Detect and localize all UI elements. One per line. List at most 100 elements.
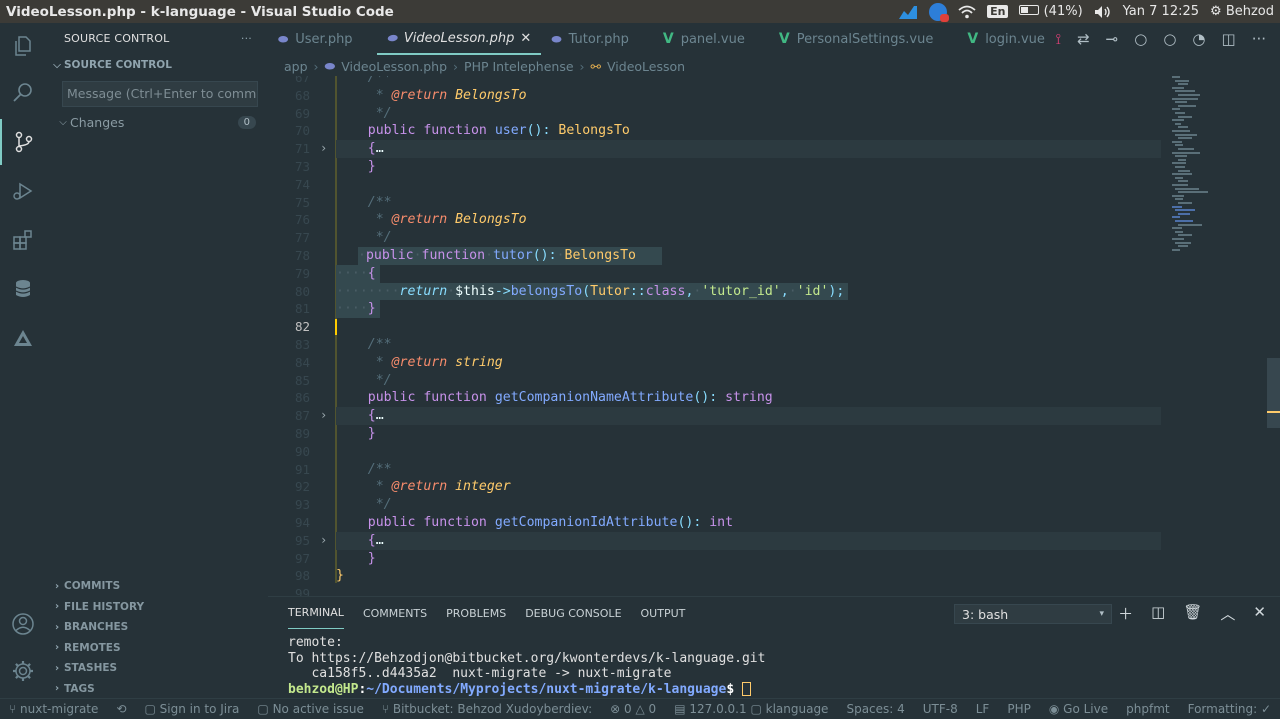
sidebar-section-file-history[interactable]: › FILE HISTORY (46, 597, 268, 618)
timeline-icon[interactable]: ◔ (1192, 30, 1205, 48)
split-editor-icon[interactable]: ◫ (1222, 30, 1236, 48)
git-branch-status[interactable]: ⑂ nuxt-migrate (0, 702, 107, 716)
code-line[interactable]: 83 /** (268, 336, 1268, 354)
code-line[interactable]: 75 /** (268, 194, 1268, 212)
breadcrumb-app[interactable]: app (284, 59, 308, 74)
close-panel-icon[interactable]: ✕ (1253, 603, 1266, 624)
split-terminal-icon[interactable]: ◫ (1151, 603, 1165, 624)
code-line[interactable]: 68 * @return BelongsTo (268, 87, 1268, 105)
go-live-button[interactable]: ◉ Go Live (1040, 702, 1117, 716)
code-editor[interactable]: 67 /** 68 * @return BelongsTo 69 */70 publ… (268, 76, 1268, 596)
tab-terminal[interactable]: TERMINAL (288, 597, 344, 629)
code-line[interactable]: 84 * @return string (268, 354, 1268, 372)
code-line[interactable]: 71 › {… (268, 140, 1268, 158)
changes-group[interactable]: ⌵ Changes 0 (46, 111, 268, 133)
more-actions-icon[interactable]: ··· (241, 32, 252, 45)
tab-user-php[interactable]: ⬬ User.php (268, 23, 363, 55)
sync-icon[interactable]: ⟲ (107, 702, 135, 716)
code-line[interactable]: 82 (268, 318, 1268, 336)
database-status[interactable]: ▤ 127.0.0.1 ▢ klanguage (665, 702, 837, 716)
git-graph-icon[interactable]: ⟟ (1055, 30, 1061, 48)
tab-login-vue[interactable]: Vlogin.vue (957, 23, 1055, 55)
code-line[interactable]: 99 (268, 585, 1268, 596)
fold-chevron-icon[interactable]: › (320, 407, 327, 425)
more-actions-icon[interactable]: ··· (1252, 30, 1266, 48)
code-line[interactable]: 77 */ (268, 229, 1268, 247)
encoding-status[interactable]: UTF-8 (914, 702, 967, 716)
keyboard-layout-indicator[interactable]: En (987, 5, 1009, 18)
notification-app-icon[interactable] (929, 2, 950, 22)
minimap[interactable] (1168, 76, 1268, 256)
code-line[interactable]: 78 ·public·function·tutor():·BelongsTo (268, 247, 1268, 265)
compare-changes-icon[interactable]: ⇄ (1077, 30, 1090, 48)
wifi-icon[interactable] (958, 5, 976, 19)
code-line[interactable]: 73 } (268, 158, 1268, 176)
tab-panel-vue[interactable]: Vpanel.vue (653, 23, 755, 55)
code-line[interactable]: 79 ····{ (268, 264, 1268, 283)
sidebar-section-remotes[interactable]: › REMOTES (46, 638, 268, 659)
fold-chevron-icon[interactable]: › (320, 140, 327, 158)
code-line[interactable]: 70 public function user(): BelongsTo (268, 122, 1268, 140)
new-terminal-icon[interactable]: ＋ (1118, 603, 1133, 624)
jira-issue[interactable]: ▢ No active issue (248, 702, 372, 716)
tab-problems[interactable]: PROBLEMS (446, 597, 506, 629)
code-line[interactable]: 89 } (268, 425, 1268, 443)
database-icon[interactable] (0, 266, 46, 312)
code-line[interactable]: 69 */ (268, 105, 1268, 123)
fold-chevron-icon[interactable]: › (320, 532, 327, 550)
problems-status[interactable]: ⊗ 0 △ 0 (601, 702, 665, 716)
battery-indicator[interactable]: (41%) (1019, 4, 1083, 19)
next-change-icon[interactable]: ○ (1163, 30, 1176, 48)
tab-tutor-php[interactable]: ⬬ Tutor.php (541, 23, 639, 55)
tab-videolesson-php[interactable]: ⬬ VideoLesson.php ✕ (376, 23, 542, 55)
formatting-status[interactable]: Formatting: ✓ (1179, 702, 1280, 716)
jira-sign-in[interactable]: ▢ Sign in to Jira (135, 702, 248, 716)
code-line[interactable]: 81 ····} (268, 300, 1268, 319)
user-menu[interactable]: ⚙ Behzod (1210, 4, 1274, 19)
code-line[interactable]: 86 public function getCompanionNameAttri… (268, 389, 1268, 407)
language-mode-status[interactable]: PHP (998, 702, 1040, 716)
code-line[interactable]: 95 › {… (268, 531, 1268, 550)
tab-personalsettings-vue[interactable]: V PersonalSettings.vue (769, 23, 944, 55)
code-line[interactable]: 76 * @return BelongsTo (268, 211, 1268, 229)
code-line[interactable]: 74 (268, 176, 1268, 194)
sidebar-section-stashes[interactable]: › STASHES (46, 658, 268, 679)
source-control-section[interactable]: ⌵ SOURCE CONTROL (46, 53, 268, 77)
code-line[interactable]: 97 } (268, 550, 1268, 568)
search-icon[interactable] (0, 70, 46, 116)
code-line[interactable]: 94 public function getCompanionIdAttribu… (268, 514, 1268, 532)
trash-icon[interactable]: 🗑 (1183, 603, 1202, 624)
breadcrumb-file[interactable]: VideoLesson.php (341, 59, 447, 74)
code-line[interactable]: 67 /** (268, 76, 1268, 87)
code-line[interactable]: 93 */ (268, 496, 1268, 514)
tab-debug-console[interactable]: DEBUG CONSOLE (525, 597, 621, 629)
maximize-panel-icon[interactable]: ︿ (1220, 603, 1235, 624)
account-icon[interactable] (0, 601, 46, 647)
eol-status[interactable]: LF (967, 702, 999, 716)
editor-scrollbar[interactable] (1267, 358, 1280, 428)
extensions-icon[interactable] (0, 217, 46, 263)
previous-change-icon[interactable]: ○ (1134, 30, 1147, 48)
code-line[interactable]: 85 */ (268, 372, 1268, 390)
tab-comments[interactable]: COMMENTS (363, 597, 427, 629)
explorer-icon[interactable] (0, 23, 46, 69)
phpfmt-status[interactable]: phpfmt (1117, 702, 1178, 716)
commit-message-input[interactable]: Message (Ctrl+Enter to commit ... (62, 81, 258, 107)
code-line[interactable]: 98} (268, 567, 1268, 585)
chart-tray-icon[interactable] (898, 4, 918, 20)
sidebar-section-branches[interactable]: › BRANCHES (46, 617, 268, 638)
terminal-select[interactable]: 3: bash ▾ (954, 604, 1112, 624)
volume-icon[interactable] (1094, 5, 1112, 19)
bitbucket-status[interactable]: ⑂ Bitbucket: Behzod Xudoyberdiev: (373, 702, 601, 716)
breadcrumb-namespace[interactable]: PHP Intelephense (464, 59, 574, 74)
code-line[interactable]: 91 /** (268, 461, 1268, 479)
run-debug-icon[interactable] (0, 168, 46, 214)
source-control-icon[interactable] (0, 119, 46, 165)
code-line[interactable]: 90 (268, 443, 1268, 461)
git-commit-icon[interactable]: ⊸ (1106, 30, 1119, 48)
code-line[interactable]: 80 ········return·$this->belongsTo(Tutor:… (268, 282, 1268, 301)
terminal-output[interactable]: remote: To https://Behzodjon@bitbucket.or… (288, 635, 765, 697)
code-line[interactable]: 92 * @return integer (268, 478, 1268, 496)
sidebar-section-tags[interactable]: › TAGS (46, 679, 268, 700)
clock[interactable]: Yan 7 12:25 (1123, 4, 1199, 19)
